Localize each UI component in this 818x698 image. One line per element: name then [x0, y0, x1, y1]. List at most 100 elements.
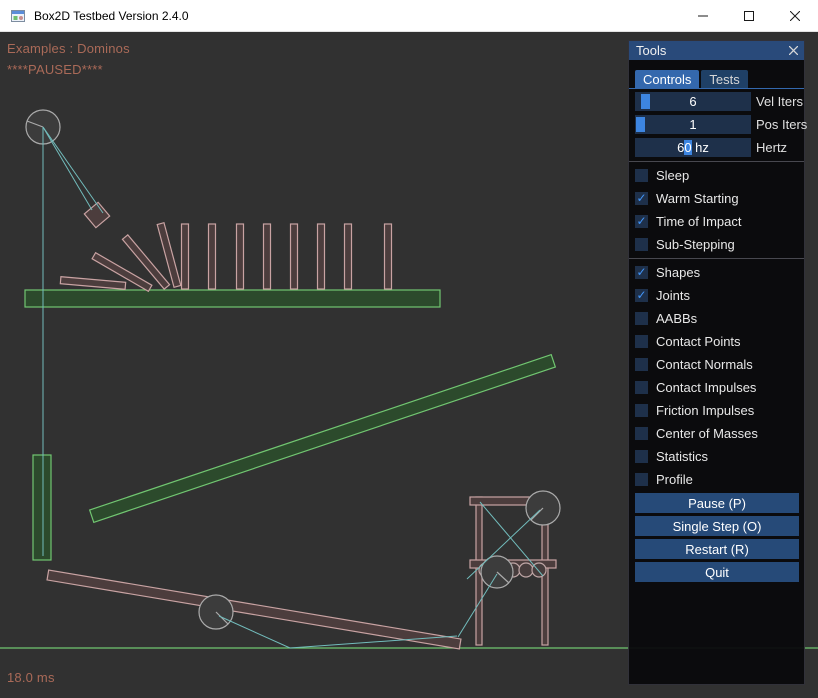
checkbox-warm-starting[interactable]: ✓ — [635, 192, 648, 205]
tools-panel-title: Tools — [636, 43, 666, 58]
checkbox-row-contact-impulses[interactable]: Contact Impulses — [635, 378, 798, 397]
checkbox-contact-normals[interactable] — [635, 358, 648, 371]
checkbox-label: Center of Masses — [656, 426, 758, 441]
slider-value: 6 — [689, 94, 696, 109]
maximize-icon — [744, 11, 754, 21]
dynamic-bodies[interactable] — [47, 202, 556, 649]
hertz-row: 60 hz Hertz — [635, 138, 798, 157]
checkbox-time-of-impact[interactable]: ✓ — [635, 215, 648, 228]
maximize-button[interactable] — [726, 0, 772, 32]
slider-value: 1 — [689, 117, 696, 132]
checkbox-row-sub-stepping[interactable]: Sub-Stepping — [635, 235, 798, 254]
slider-label: Pos Iters — [756, 115, 807, 134]
checkbox-row-contact-points[interactable]: Contact Points — [635, 332, 798, 351]
text-cursor: 0 — [684, 140, 691, 155]
tab-controls[interactable]: Controls — [635, 70, 699, 88]
top-right-circle — [526, 491, 560, 525]
slider-row-vel-iters: 6Vel Iters — [635, 92, 798, 111]
checkbox-label: Statistics — [656, 449, 708, 464]
close-icon — [790, 11, 800, 21]
window-controls — [680, 0, 818, 32]
tools-close-button[interactable] — [787, 44, 800, 57]
checkbox-aabbs[interactable] — [635, 312, 648, 325]
checkbox-row-center-of-masses[interactable]: Center of Masses — [635, 424, 798, 443]
tools-panel-titlebar[interactable]: Tools — [629, 41, 804, 60]
checkbox-row-statistics[interactable]: Statistics — [635, 447, 798, 466]
checkbox-label: Profile — [656, 472, 693, 487]
checkbox-label: Sub-Stepping — [656, 237, 735, 252]
bottom-plank — [47, 570, 461, 649]
checkbox-contact-impulses[interactable] — [635, 381, 648, 394]
frame-time-label: 18.0 ms — [7, 670, 55, 685]
close-button[interactable] — [772, 0, 818, 32]
checkbox-label: Contact Impulses — [656, 380, 756, 395]
paused-label: ****PAUSED**** — [7, 62, 103, 77]
checkbox-row-friction-impulses[interactable]: Friction Impulses — [635, 401, 798, 420]
checkbox-label: Contact Normals — [656, 357, 753, 372]
roller-circle — [199, 595, 233, 629]
draw-checkboxes: ✓ Shapes ✓ Joints AABBs Contact Points Contact… — [635, 263, 798, 489]
minimize-button[interactable] — [680, 0, 726, 32]
action-buttons: Pause (P) Single Step (O) Restart (R) Quit — [635, 493, 798, 582]
checkbox-center-of-masses[interactable] — [635, 427, 648, 440]
checkbox-contact-points[interactable] — [635, 335, 648, 348]
checkbox-label: Friction Impulses — [656, 403, 754, 418]
tools-panel-content: 6Vel Iters1Pos Iters 60 hz Hertz Sleep✓W… — [629, 89, 804, 582]
checkbox-label: Sleep — [656, 168, 689, 183]
checkbox-row-profile[interactable]: Profile — [635, 470, 798, 489]
close-icon — [789, 46, 798, 55]
hertz-label: Hertz — [756, 138, 787, 157]
app-icon — [10, 8, 26, 24]
separator — [629, 161, 804, 162]
checkbox-row-contact-normals[interactable]: Contact Normals — [635, 355, 798, 374]
checkbox-row-joints[interactable]: ✓ Joints — [635, 286, 798, 305]
simulation-canvas[interactable]: Examples : Dominos ****PAUSED**** 18.0 m… — [0, 32, 818, 698]
checkbox-sleep[interactable] — [635, 169, 648, 182]
checkbox-label: Joints — [656, 288, 690, 303]
tools-panel: Tools ControlsTests 6Vel Iters1Pos Iters… — [628, 40, 805, 685]
checkbox-row-sleep[interactable]: Sleep — [635, 166, 798, 185]
left-post — [33, 455, 51, 560]
standing-dominos — [182, 224, 392, 289]
slider-vel-iters[interactable]: 6 — [635, 92, 751, 111]
pendulum-box — [84, 202, 109, 227]
single-step-o-button[interactable]: Single Step (O) — [635, 516, 799, 536]
slider-rows: 6Vel Iters 1Pos Iters — [635, 92, 798, 134]
hertz-input[interactable]: 60 hz — [635, 138, 751, 157]
checkbox-row-aabbs[interactable]: AABBs — [635, 309, 798, 328]
sim-checkboxes: Sleep ✓ Warm Starting ✓ Time of Impact Sub-St… — [635, 166, 798, 254]
checkbox-label: Warm Starting — [656, 191, 739, 206]
checkbox-row-time-of-impact[interactable]: ✓ Time of Impact — [635, 212, 798, 231]
checkbox-shapes[interactable]: ✓ — [635, 266, 648, 279]
slider-label: Vel Iters — [756, 92, 803, 111]
checkbox-label: Shapes — [656, 265, 700, 280]
checkbox-joints[interactable]: ✓ — [635, 289, 648, 302]
slider-row-pos-iters: 1Pos Iters — [635, 115, 798, 134]
checkbox-statistics[interactable] — [635, 450, 648, 463]
checkbox-row-shapes[interactable]: ✓ Shapes — [635, 263, 798, 282]
hertz-value: 60 hz — [677, 140, 709, 155]
window-titlebar[interactable]: Box2D Testbed Version 2.4.0 — [0, 0, 818, 32]
checkbox-row-warm-starting[interactable]: ✓ Warm Starting — [635, 189, 798, 208]
restart-r-button[interactable]: Restart (R) — [635, 539, 799, 559]
checkbox-profile[interactable] — [635, 473, 648, 486]
domino-platform — [25, 290, 440, 307]
window-title: Box2D Testbed Version 2.4.0 — [34, 9, 680, 23]
checkbox-label: AABBs — [656, 311, 697, 326]
checkbox-label: Contact Points — [656, 334, 741, 349]
app-window: Box2D Testbed Version 2.4.0 — [0, 0, 818, 698]
example-label: Examples : Dominos — [7, 41, 130, 56]
pause-p-button[interactable]: Pause (P) — [635, 493, 799, 513]
checkbox-sub-stepping[interactable] — [635, 238, 648, 251]
separator — [629, 258, 804, 259]
quit-button[interactable]: Quit — [635, 562, 799, 582]
slider-grab[interactable] — [641, 94, 650, 109]
minimize-icon — [698, 11, 708, 21]
slider-grab[interactable] — [636, 117, 645, 132]
tab-tests[interactable]: Tests — [701, 70, 747, 88]
checkbox-label: Time of Impact — [656, 214, 741, 229]
slider-pos-iters[interactable]: 1 — [635, 115, 751, 134]
checkbox-friction-impulses[interactable] — [635, 404, 648, 417]
falling-dominos — [60, 223, 180, 292]
tab-bar: ControlsTests — [629, 70, 804, 89]
